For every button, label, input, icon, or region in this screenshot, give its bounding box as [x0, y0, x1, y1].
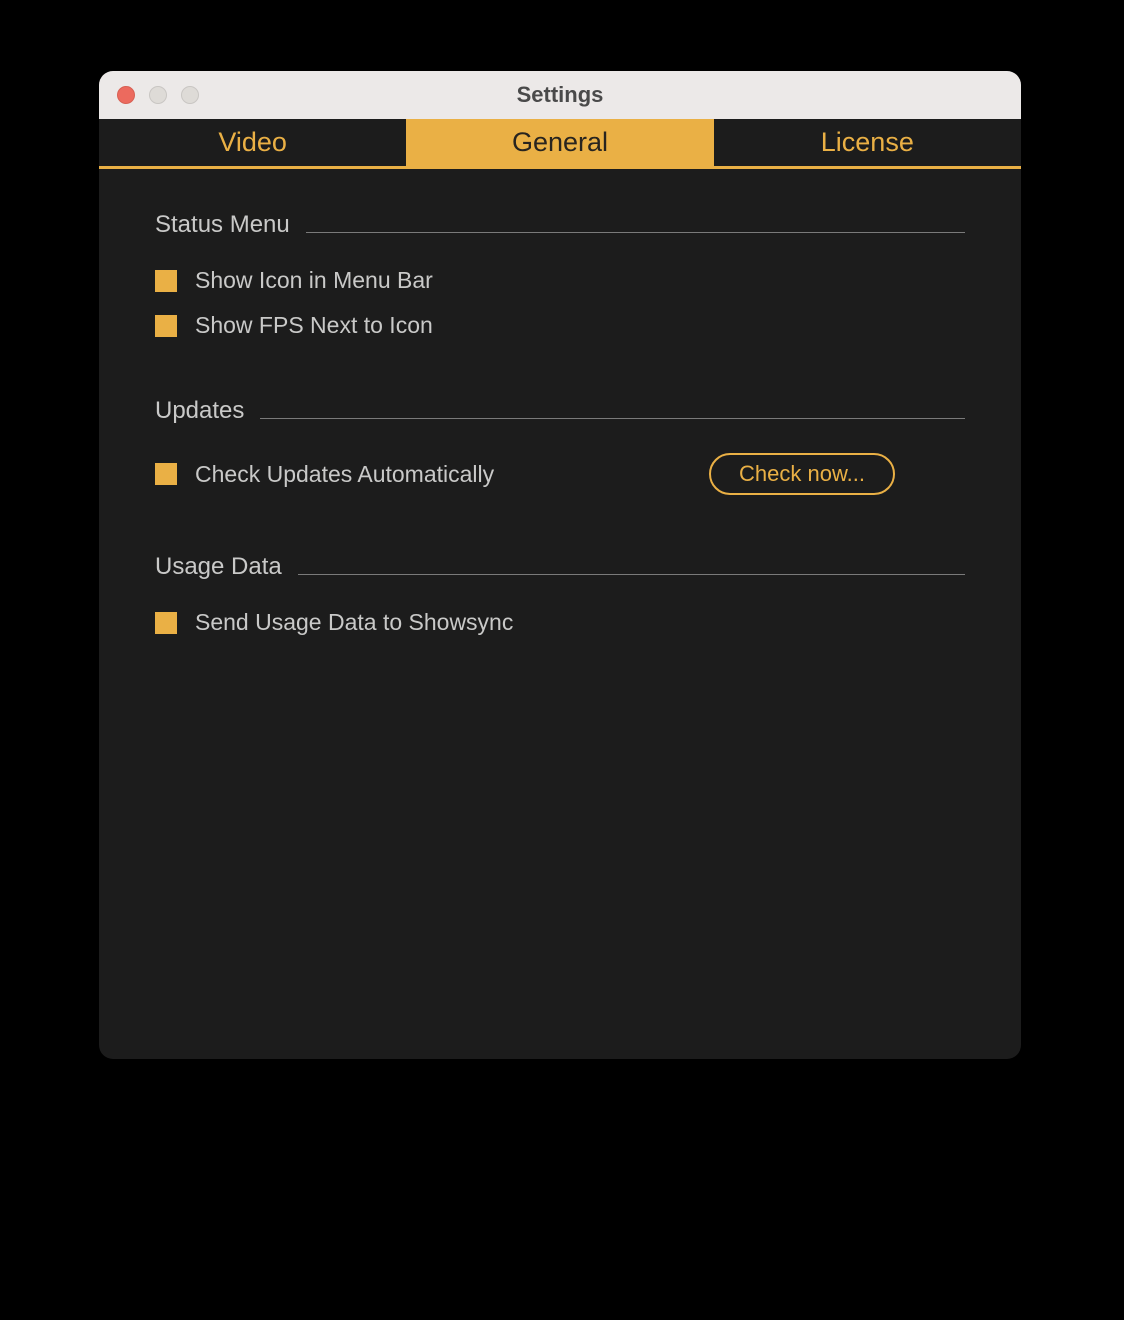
- tab-general-label: General: [512, 127, 608, 158]
- tab-license[interactable]: License: [714, 119, 1021, 166]
- section-rule: [306, 232, 965, 233]
- window-title: Settings: [99, 82, 1021, 108]
- tab-license-label: License: [821, 127, 914, 158]
- tab-bar: Video General License: [99, 119, 1021, 169]
- show-icon-checkbox[interactable]: [155, 270, 177, 292]
- tab-video[interactable]: Video: [99, 119, 406, 166]
- section-updates: Updates Check Updates Automatically Chec…: [155, 397, 965, 495]
- tab-general[interactable]: General: [406, 119, 713, 166]
- tab-video-label: Video: [218, 127, 287, 158]
- minimize-window-button[interactable]: [149, 86, 167, 104]
- auto-check-label: Check Updates Automatically: [195, 461, 494, 488]
- status-menu-title: Status Menu: [155, 211, 290, 239]
- send-usage-label: Send Usage Data to Showsync: [195, 609, 513, 636]
- show-fps-checkbox[interactable]: [155, 315, 177, 337]
- section-usage-data: Usage Data Send Usage Data to Showsync: [155, 553, 965, 636]
- show-fps-label: Show FPS Next to Icon: [195, 312, 433, 339]
- close-window-button[interactable]: [117, 86, 135, 104]
- row-show-fps: Show FPS Next to Icon: [155, 312, 965, 339]
- usage-data-title: Usage Data: [155, 553, 282, 581]
- section-header: Status Menu: [155, 211, 965, 239]
- show-icon-label: Show Icon in Menu Bar: [195, 267, 433, 294]
- row-show-icon: Show Icon in Menu Bar: [155, 267, 965, 294]
- section-rule: [298, 574, 965, 575]
- row-right: Check now...: [709, 453, 895, 495]
- section-header: Usage Data: [155, 553, 965, 581]
- updates-title: Updates: [155, 397, 244, 425]
- row-auto-check: Check Updates Automatically Check now...: [155, 453, 965, 495]
- section-header: Updates: [155, 397, 965, 425]
- content-pane: Status Menu Show Icon in Menu Bar Show F…: [99, 169, 1021, 636]
- check-now-button[interactable]: Check now...: [709, 453, 895, 495]
- settings-window: Settings Video General License Status Me…: [99, 71, 1021, 1059]
- section-status-menu: Status Menu Show Icon in Menu Bar Show F…: [155, 211, 965, 339]
- titlebar: Settings: [99, 71, 1021, 119]
- traffic-lights: [99, 86, 199, 104]
- section-rule: [260, 418, 965, 419]
- maximize-window-button[interactable]: [181, 86, 199, 104]
- row-send-usage: Send Usage Data to Showsync: [155, 609, 965, 636]
- send-usage-checkbox[interactable]: [155, 612, 177, 634]
- auto-check-checkbox[interactable]: [155, 463, 177, 485]
